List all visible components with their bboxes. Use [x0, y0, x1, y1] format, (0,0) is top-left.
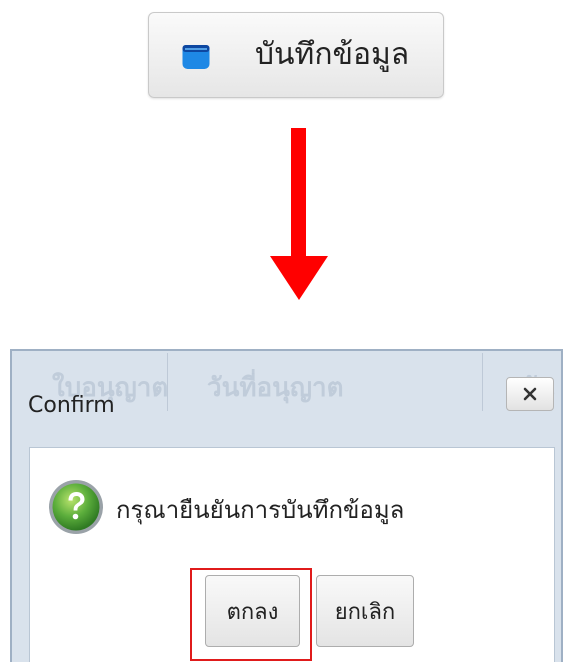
cancel-button-label: ยกเลิก: [334, 599, 396, 625]
save-icon: [182, 45, 210, 69]
dialog-title: Confirm: [28, 393, 115, 418]
ok-button[interactable]: ตกลง: [205, 575, 300, 647]
confirm-message: กรุณายืนยันการบันทึกข้อมูล: [116, 496, 405, 524]
background-header-license-date: วันที่อนุญาต: [207, 373, 344, 403]
question-icon: [49, 480, 103, 534]
save-button-label: บันทึกข้อมูล: [255, 37, 410, 72]
dialog-body: กรุณายืนยันการบันทึกข้อมูล ตกลง ยกเลิก: [29, 447, 555, 662]
screenshot-stage: บันทึกข้อมูล ใบอนุญาต วันที่อนุญาต วัน C…: [0, 0, 565, 662]
ok-button-label: ตกลง: [226, 599, 279, 625]
confirm-dialog: ใบอนุญาต วันที่อนุญาต วัน Confirm: [10, 349, 563, 662]
save-button[interactable]: บันทึกข้อมูล: [148, 12, 444, 98]
close-icon: [523, 387, 537, 401]
cancel-button[interactable]: ยกเลิก: [316, 575, 414, 647]
close-button[interactable]: [506, 377, 554, 411]
down-arrow-icon: [270, 128, 328, 300]
